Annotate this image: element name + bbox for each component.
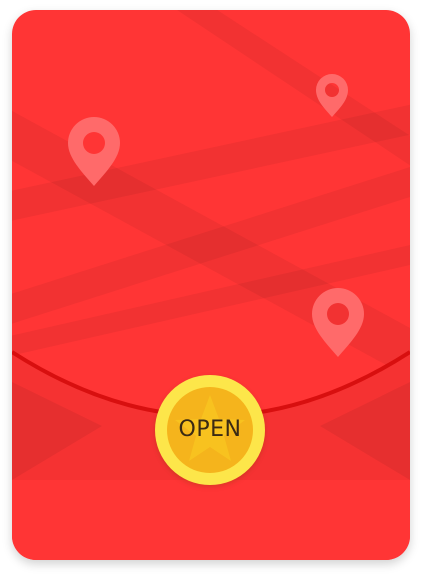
open-label: OPEN	[178, 417, 242, 442]
open-button[interactable]: OPEN	[155, 375, 265, 485]
red-envelope-screen: OPEN	[0, 0, 422, 574]
red-envelope[interactable]: OPEN	[12, 10, 410, 560]
